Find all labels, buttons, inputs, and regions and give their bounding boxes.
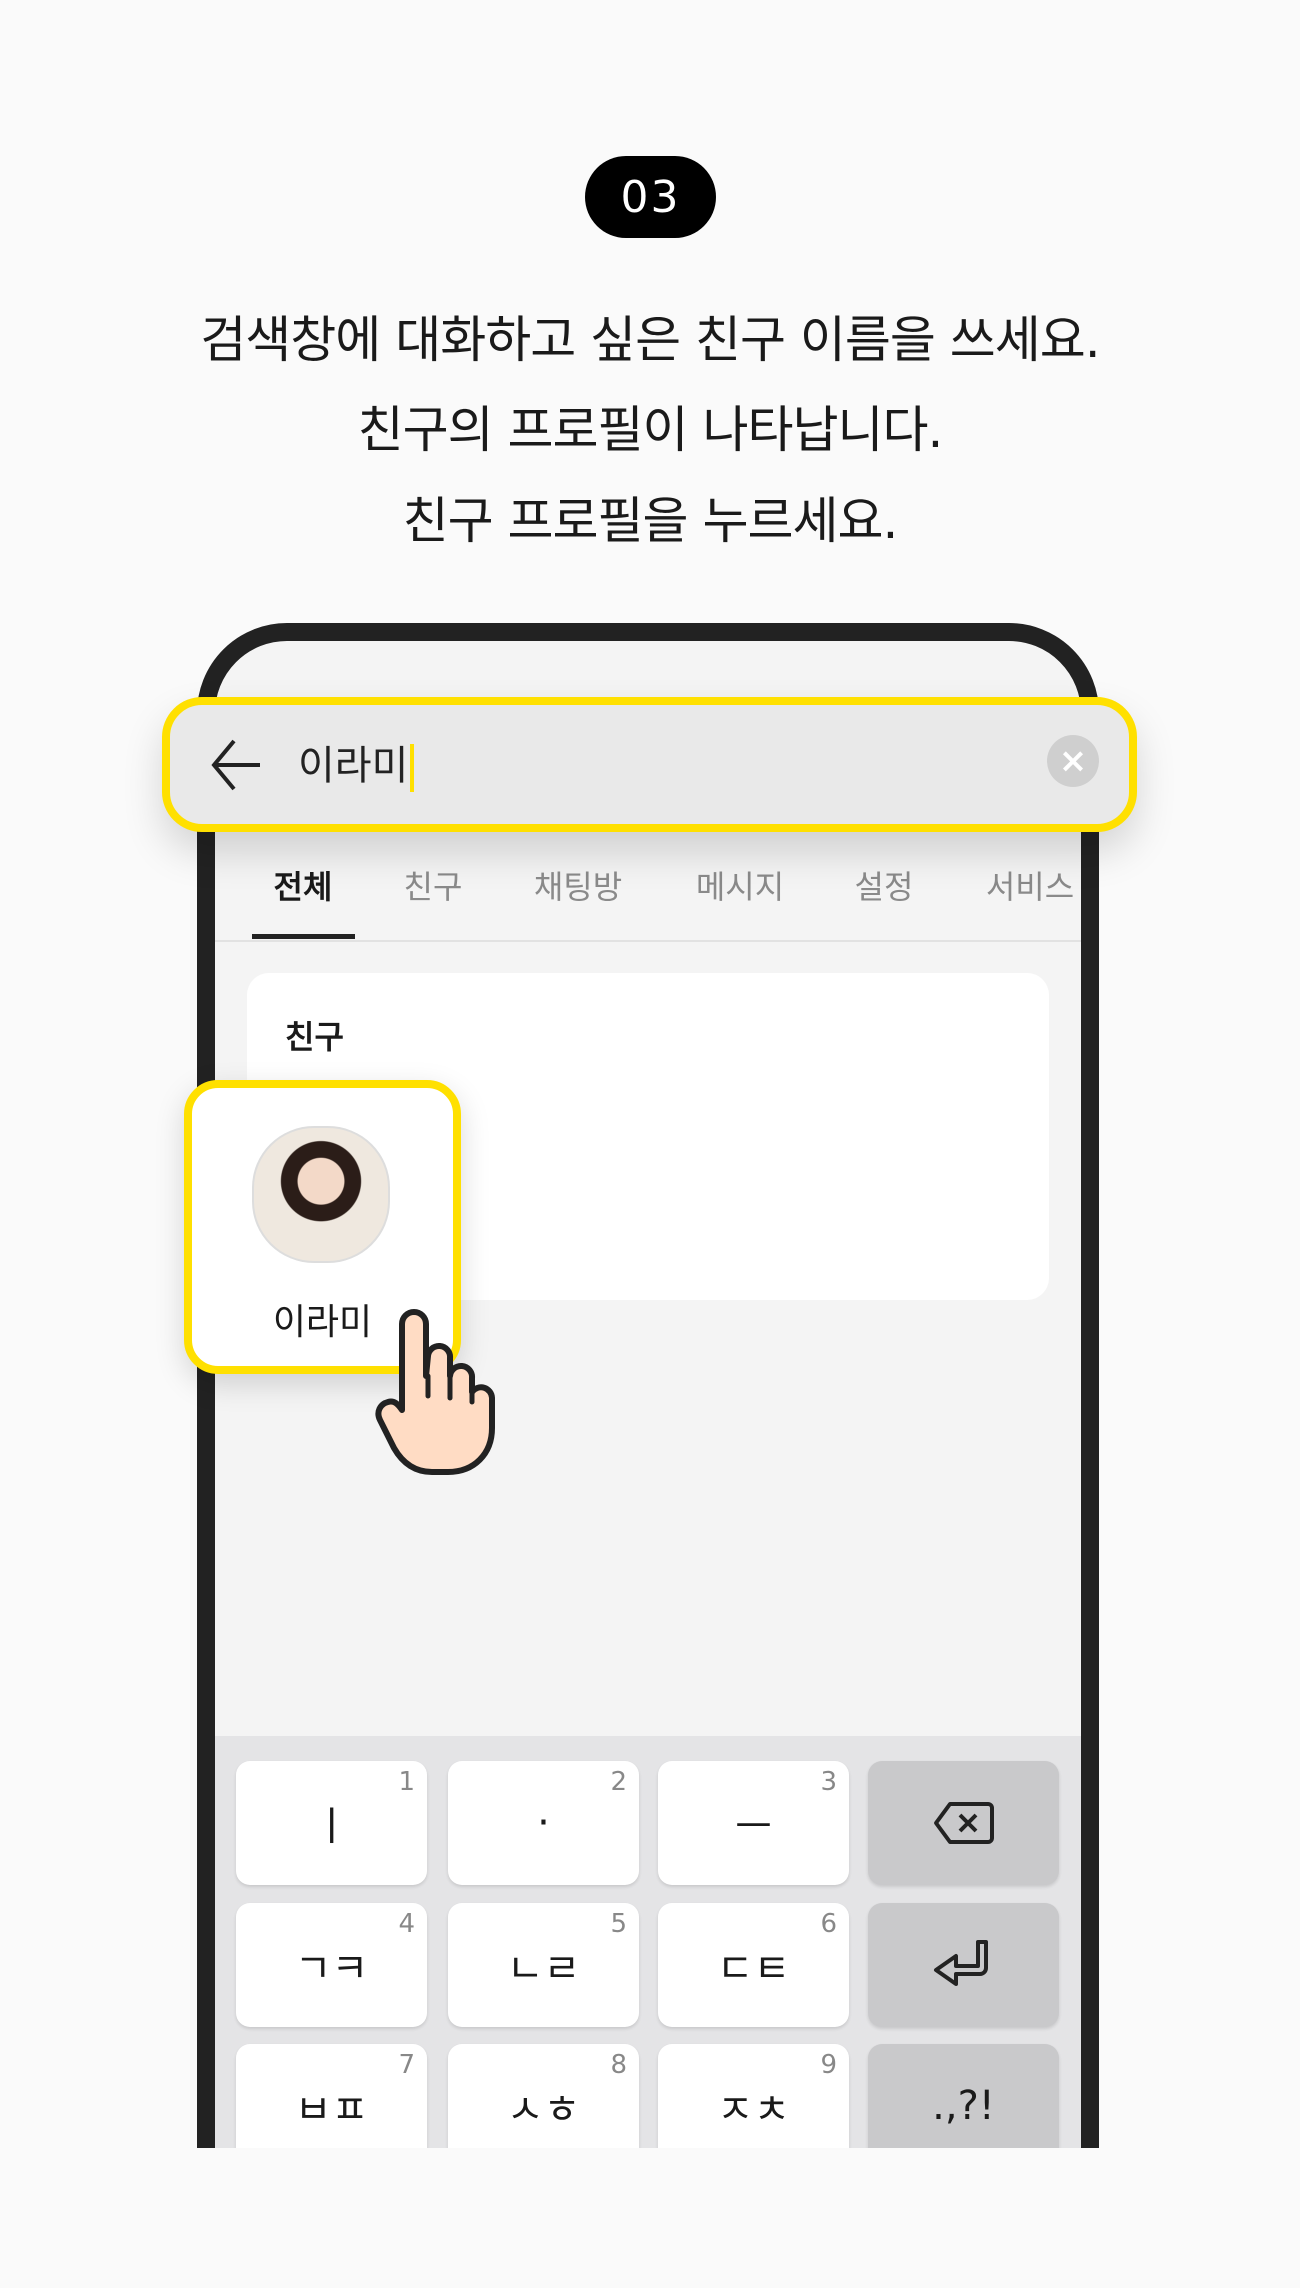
key-3[interactable]: ㅡ3 (658, 1761, 849, 1885)
key-char: ㄴㄹ (506, 1946, 581, 1992)
key-char: ㅣ (313, 1804, 350, 1850)
key-char: ㅅㅎ (506, 2087, 581, 2133)
tab-chatrooms[interactable]: 채팅방 (534, 862, 622, 908)
search-input[interactable]: 이라미 (298, 733, 415, 792)
enter-key[interactable] (868, 1903, 1059, 2027)
avatar (252, 1126, 390, 1263)
key-6[interactable]: ㄷㅌ 6 (658, 1903, 849, 2027)
backspace-key[interactable] (868, 1761, 1059, 1885)
text-caret (410, 744, 415, 792)
pointing-hand-icon (375, 1309, 495, 1475)
key-num: 1 (398, 1767, 415, 1797)
search-bar[interactable]: 이라미 × (162, 697, 1137, 832)
instruction-line-2: 친구의 프로필이 나타납니다. (357, 401, 944, 459)
tab-settings[interactable]: 설정 (855, 862, 914, 908)
backspace-icon (933, 1802, 994, 1844)
tab-messages[interactable]: 메시지 (696, 862, 784, 908)
key-4[interactable]: ㄱㅋ 4 (236, 1903, 427, 2027)
key-char: ㅡ (735, 1804, 772, 1850)
key-num: 9 (820, 2050, 837, 2080)
key-num: 6 (820, 1909, 837, 1939)
active-tab-indicator (252, 934, 355, 939)
key-char: ㄱㅋ (294, 1946, 369, 1992)
key-5[interactable]: ㄴㄹ 5 (448, 1903, 639, 2027)
arrow-left-icon[interactable] (210, 737, 262, 793)
tab-divider (215, 940, 1081, 942)
page-bottom (0, 2148, 1300, 2288)
key-char: ㅈㅊ (716, 2087, 791, 2133)
section-label: 친구 (285, 1018, 344, 1056)
key-char: ㄷㅌ (716, 1946, 791, 1992)
key-num: 5 (610, 1909, 627, 1939)
key-num: 3 (820, 1767, 837, 1797)
key-num: 4 (398, 1909, 415, 1939)
instruction-line-3: 친구 프로필을 누르세요. (402, 492, 899, 550)
key-char: .,?! (932, 2083, 995, 2129)
key-num: 2 (610, 1767, 627, 1797)
key-char: ㅂㅍ (294, 2087, 369, 2133)
clear-icon[interactable]: × (1047, 735, 1099, 787)
instruction-line-1: 검색창에 대화하고 싶은 친구 이름을 쓰세요. (200, 311, 1100, 369)
key-2[interactable]: · 2 (448, 1761, 639, 1885)
key-1[interactable]: ㅣ1 (236, 1761, 427, 1885)
search-value: 이라미 (298, 743, 409, 789)
tab-services[interactable]: 서비스 (986, 862, 1074, 908)
key-num: 8 (610, 2050, 627, 2080)
step-badge: 03 (585, 156, 716, 238)
keyboard: ㅣ1 · 2 ㅡ3 ㄱㅋ 4 ㄴㄹ 5 ㄷㅌ 6 ㅂㅍ 7 ㅅㅎ 8 ㅈㅊ 9 .,?! (215, 1736, 1081, 2168)
key-num: 7 (398, 2050, 415, 2080)
key-char: · (537, 1800, 550, 1846)
tab-friends[interactable]: 친구 (404, 862, 463, 908)
tab-all[interactable]: 전체 (274, 862, 333, 908)
enter-icon (933, 1940, 988, 1986)
